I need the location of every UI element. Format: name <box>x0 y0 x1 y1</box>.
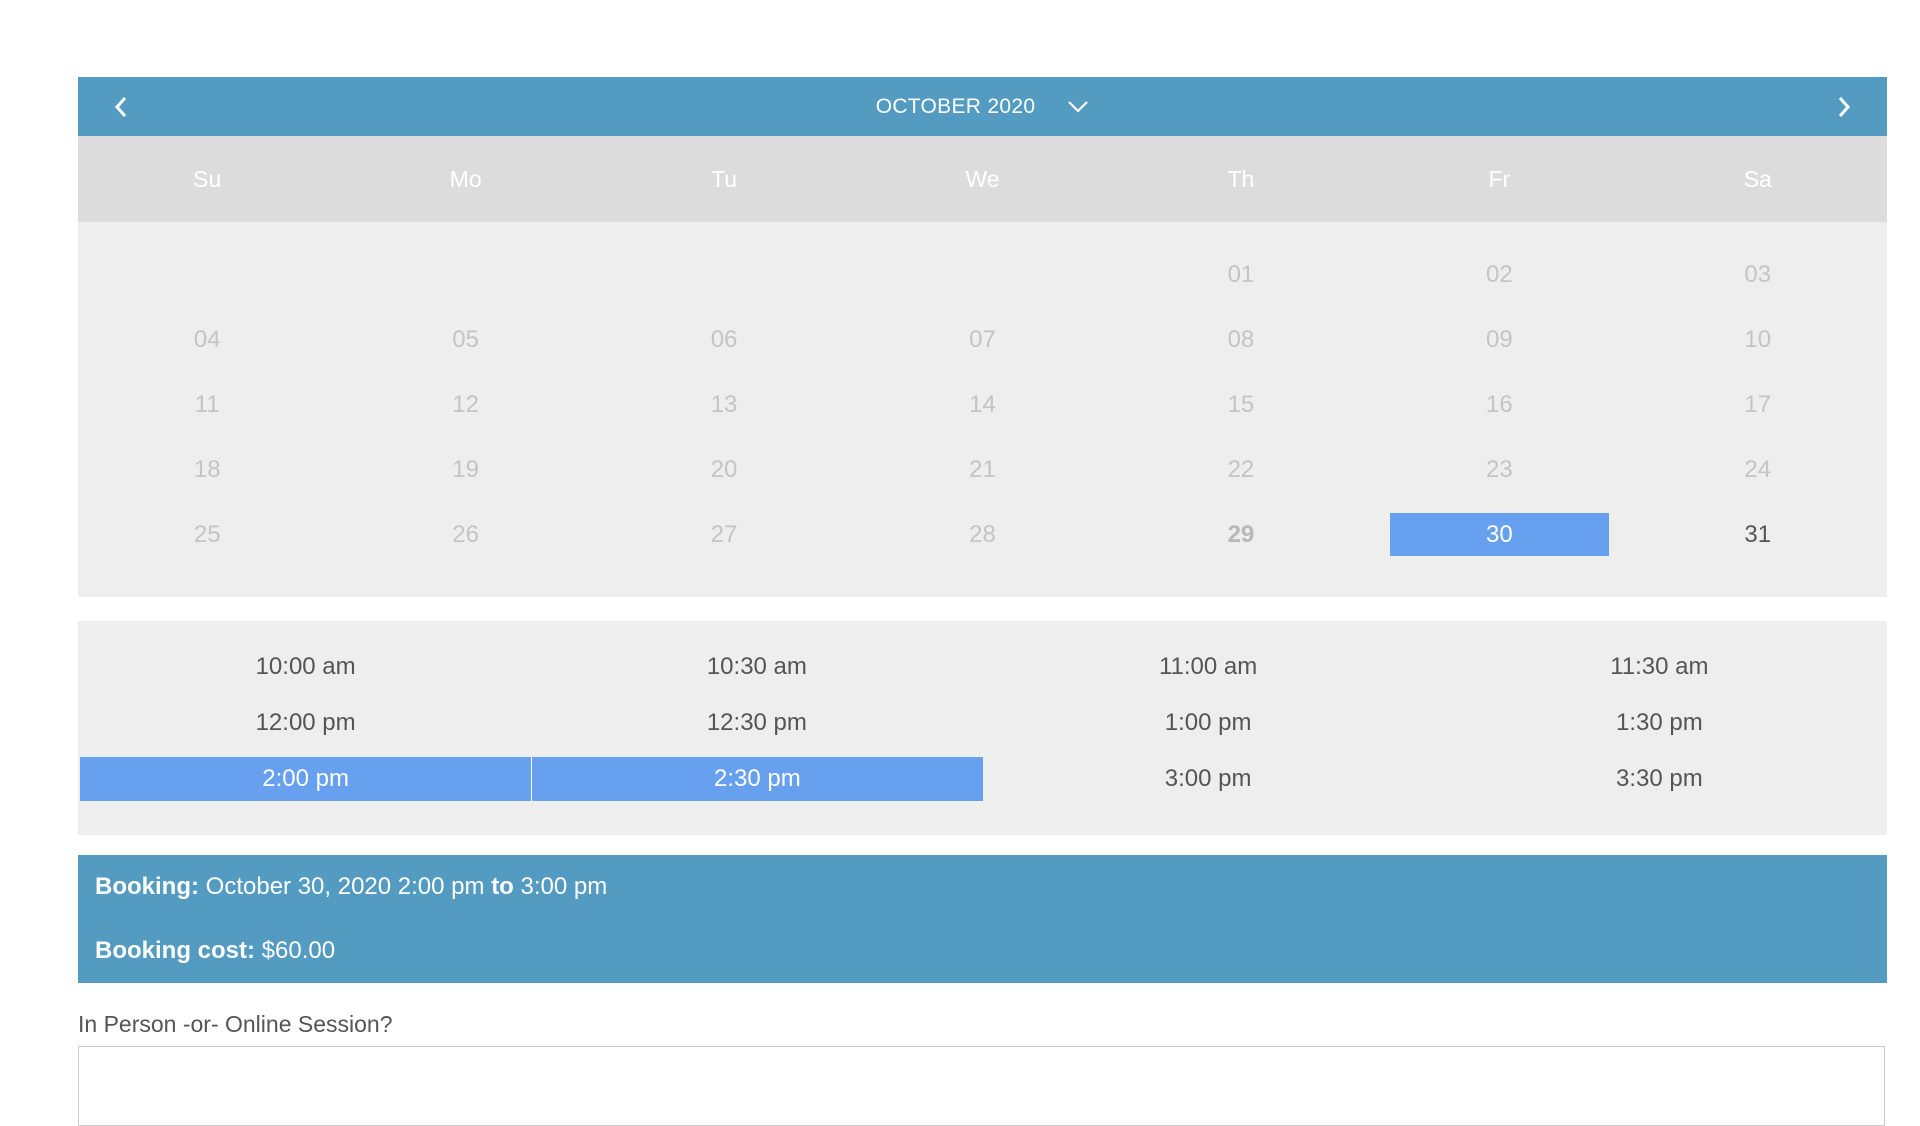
weekday-label: Su <box>193 165 222 192</box>
calendar-header: OCTOBER 2020 <box>78 77 1887 136</box>
weekday-label: Sa <box>1743 165 1772 192</box>
booking-cost-line: Booking cost: $60.00 <box>95 937 1870 965</box>
time-slot[interactable]: 3:30 pm <box>1434 757 1885 801</box>
calendar-day: 17 <box>1744 390 1772 418</box>
calendar-day: 28 <box>969 520 996 548</box>
session-type-input[interactable] <box>78 1046 1885 1126</box>
calendar-days-grid: 01 02 03 04 05 06 07 08 09 10 11 12 13 14 15 16 17 18 19 20… <box>78 222 1887 597</box>
calendar-day: 27 <box>710 520 738 548</box>
booking-start: October 30, 2020 2:00 pm <box>205 873 485 900</box>
calendar-day: 29 <box>1227 520 1255 548</box>
weekday-row: Su Mo Tu We Th Fr Sa <box>78 136 1887 222</box>
booking-end: 3:00 pm <box>520 873 608 900</box>
time-slot[interactable]: 1:00 pm <box>983 701 1434 745</box>
time-slot[interactable]: 10:00 am <box>80 645 531 689</box>
calendar-day: 21 <box>969 455 996 483</box>
empty-day-cell <box>78 242 336 307</box>
session-type-label: In Person -or- Online Session? <box>78 1011 393 1037</box>
weekday-label: Mo <box>449 165 482 192</box>
calendar-day: 16 <box>1486 390 1513 418</box>
weekday-label: Th <box>1227 165 1255 192</box>
weekday-label: Tu <box>711 165 738 192</box>
empty-day-cell <box>595 242 853 307</box>
time-slot-selected[interactable]: 2:30 pm <box>531 757 983 801</box>
booking-to-label: to <box>491 873 514 900</box>
booking-label: Booking: <box>95 873 199 900</box>
time-slot[interactable]: 12:00 pm <box>80 701 531 745</box>
calendar-day: 22 <box>1227 455 1255 483</box>
chevron-down-icon <box>1067 100 1089 114</box>
month-label: OCTOBER 2020 <box>875 94 1036 118</box>
calendar-day: 09 <box>1486 325 1513 353</box>
calendar-day: 06 <box>710 325 738 353</box>
empty-day-cell <box>853 242 1111 307</box>
selected-day[interactable]: 30 <box>1390 513 1609 556</box>
time-slot[interactable]: 10:30 am <box>531 645 982 689</box>
booking-cost-value: $60.00 <box>261 937 336 964</box>
chevron-right-icon <box>1838 96 1851 117</box>
time-slot[interactable]: 12:30 pm <box>531 701 982 745</box>
time-slot-selected[interactable]: 2:00 pm <box>80 757 532 801</box>
calendar-day: 04 <box>193 325 221 353</box>
calendar-day: 25 <box>193 520 221 548</box>
empty-day-cell <box>336 242 594 307</box>
booking-form: OCTOBER 2020 Su Mo Tu We Th Fr Sa 01 02 03 04 05 06… <box>78 77 1887 1126</box>
calendar-day: 10 <box>1744 325 1772 353</box>
calendar-day: 03 <box>1744 260 1772 288</box>
calendar-day[interactable]: 31 <box>1649 513 1867 556</box>
weekday-label: Fr <box>1488 165 1511 192</box>
calendar-day: 26 <box>452 520 479 548</box>
time-slots-grid: 10:00 am 10:30 am 11:00 am 11:30 am 12:00 pm… <box>78 621 1887 835</box>
calendar-day: 12 <box>452 390 479 418</box>
calendar-day: 24 <box>1744 455 1772 483</box>
time-slot[interactable]: 11:00 am <box>983 645 1434 689</box>
calendar-day: 20 <box>710 455 738 483</box>
calendar-day: 08 <box>1227 325 1255 353</box>
booking-time-line: Booking: October 30, 2020 2:00 pm to 3:0… <box>95 873 1870 901</box>
booking-cost-label: Booking cost: <box>95 937 255 964</box>
calendar-day: 18 <box>193 455 221 483</box>
calendar-day: 07 <box>969 325 996 353</box>
calendar-day: 13 <box>710 390 738 418</box>
calendar-day: 15 <box>1227 390 1255 418</box>
weekday-label: We <box>965 165 1000 192</box>
calendar-day: 01 <box>1227 260 1255 288</box>
calendar-day: 19 <box>452 455 479 483</box>
next-month-button[interactable] <box>1814 77 1874 136</box>
time-slot[interactable]: 1:30 pm <box>1434 701 1885 745</box>
calendar-day: 05 <box>452 325 479 353</box>
calendar-day: 23 <box>1486 455 1513 483</box>
time-slot[interactable]: 11:30 am <box>1434 645 1885 689</box>
calendar-day: 11 <box>194 390 220 418</box>
calendar-day: 14 <box>969 390 996 418</box>
calendar-day: 02 <box>1486 260 1513 288</box>
time-slot[interactable]: 3:00 pm <box>983 757 1434 801</box>
booking-summary: Booking: October 30, 2020 2:00 pm to 3:0… <box>78 855 1887 983</box>
month-selector[interactable]: OCTOBER 2020 <box>78 77 1887 136</box>
